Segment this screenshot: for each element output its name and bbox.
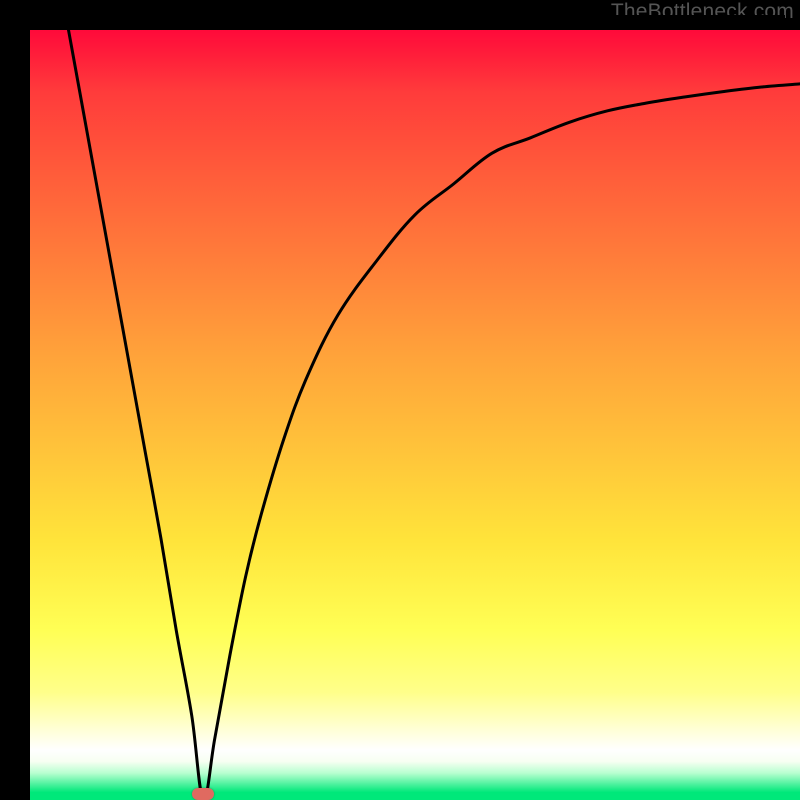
chart-plot-area bbox=[30, 30, 800, 800]
chart-frame bbox=[15, 15, 785, 785]
chart-background-gradient bbox=[30, 30, 800, 800]
optimal-point-marker bbox=[192, 788, 214, 800]
